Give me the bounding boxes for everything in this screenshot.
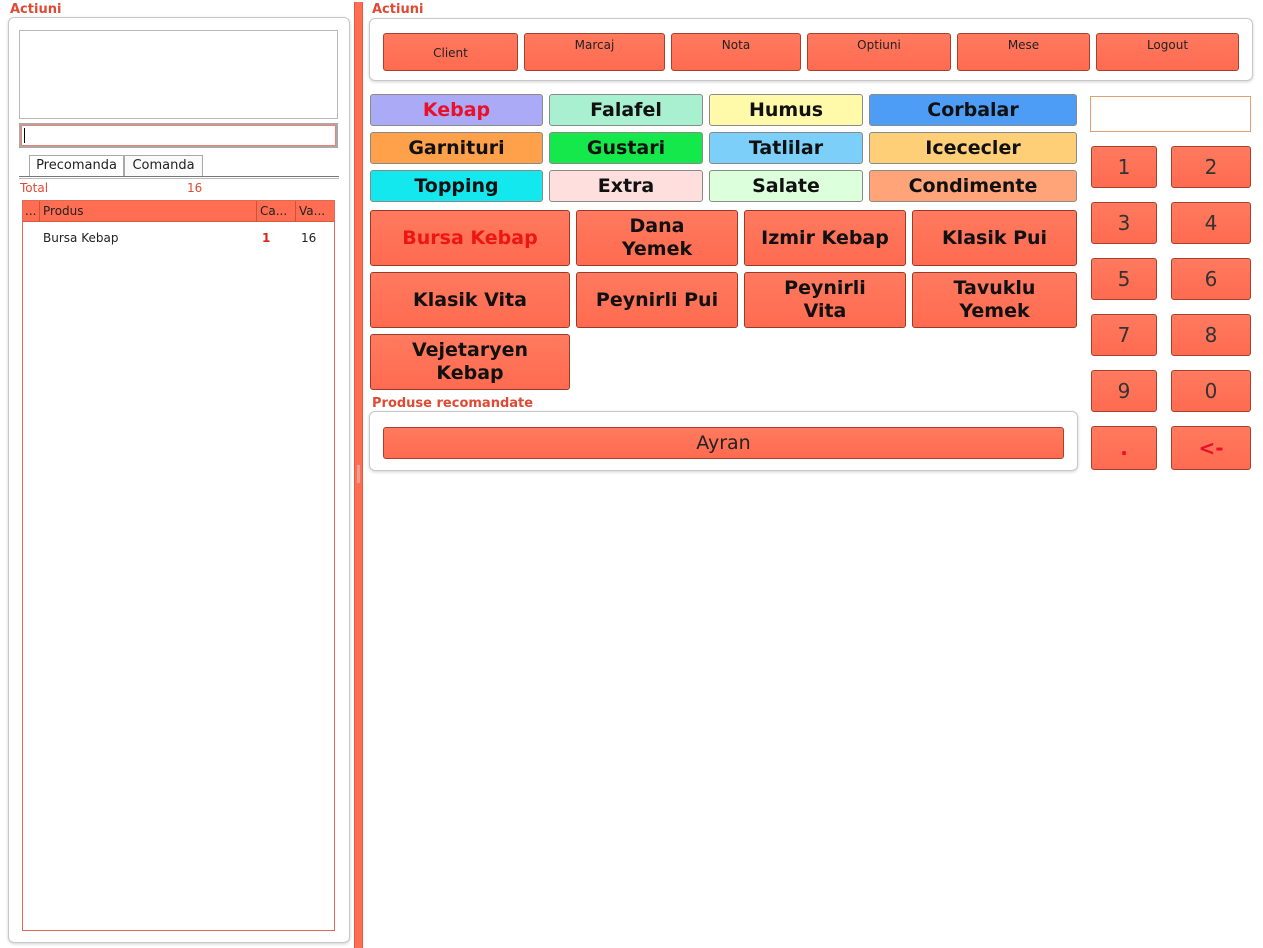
key-5-button[interactable]: 5 (1091, 258, 1157, 300)
text-cursor (24, 128, 25, 143)
total-value: 16 (187, 181, 203, 195)
key-0-button[interactable]: 0 (1171, 370, 1251, 412)
key-8-button[interactable]: 8 (1171, 314, 1251, 356)
key-2-button[interactable]: 2 (1171, 146, 1251, 188)
optiuni-button[interactable]: Optiuni (807, 33, 951, 71)
product-label: Klasik Vita (413, 288, 527, 311)
row-produs: Bursa Kebap (43, 231, 119, 245)
row-cantitate: 1 (262, 231, 271, 245)
product-label-line2: Yemek (959, 300, 1030, 322)
category-garnituri-button[interactable]: Garnituri (370, 132, 543, 164)
client-button[interactable]: Client (383, 33, 518, 71)
tab-precomanda[interactable]: Precomanda (29, 155, 124, 177)
category-topping-button[interactable]: Topping (370, 170, 543, 202)
product-label-line2: Yemek (621, 238, 693, 260)
product-dana-yemek-button[interactable]: Dana Yemek (576, 210, 738, 266)
tab-divider-shadow (19, 178, 339, 179)
col-header-nr[interactable]: ... (23, 201, 40, 222)
product-klasik-vita-button[interactable]: Klasik Vita (370, 272, 570, 328)
product-label: Peynirli (784, 277, 866, 299)
category-corbalar-button[interactable]: Corbalar (869, 94, 1077, 126)
key-9-button[interactable]: 9 (1091, 370, 1157, 412)
product-peynirli-pui-button[interactable]: Peynirli Pui (576, 272, 738, 328)
actions-section-title: Actiuni (372, 2, 424, 17)
product-label: Vejetaryen (411, 339, 529, 361)
order-table[interactable]: ... Produs Ca... Va... Bursa Kebap 1 16 (22, 200, 335, 931)
product-label: Tavuklu (953, 277, 1036, 299)
key-6-button[interactable]: 6 (1171, 258, 1251, 300)
col-header-cantitate[interactable]: Ca... (257, 201, 296, 222)
key-7-button[interactable]: 7 (1091, 314, 1157, 356)
recommended-item-ayran[interactable]: Ayran (383, 427, 1064, 459)
category-kebap-button[interactable]: Kebap (370, 94, 543, 126)
category-falafel-button[interactable]: Falafel (549, 94, 703, 126)
col-header-valoare[interactable]: Va... (296, 201, 334, 222)
product-tavuklu-yemek-button[interactable]: Tavuklu Yemek (912, 272, 1077, 328)
product-klasik-pui-button[interactable]: Klasik Pui (912, 210, 1077, 266)
category-humus-button[interactable]: Humus (709, 94, 863, 126)
notes-area[interactable] (19, 30, 338, 119)
category-extra-button[interactable]: Extra (549, 170, 703, 202)
col-header-produs[interactable]: Produs (40, 201, 257, 222)
key-3-button[interactable]: 3 (1091, 202, 1157, 244)
product-label: Peynirli Pui (595, 288, 719, 311)
left-section-title: Actiuni (10, 2, 62, 17)
tab-comanda[interactable]: Comanda (124, 155, 203, 176)
logout-button[interactable]: Logout (1096, 33, 1239, 71)
product-label-line2: Vita (803, 300, 847, 322)
category-icececler-button[interactable]: Icececler (869, 132, 1077, 164)
key-dot-button[interactable]: . (1091, 426, 1157, 470)
category-tatlilar-button[interactable]: Tatlilar (709, 132, 863, 164)
product-bursa-kebap-button[interactable]: Bursa Kebap (370, 210, 570, 266)
product-vejetaryen-kebap-button[interactable]: Vejetaryen Kebap (370, 334, 570, 390)
search-input[interactable] (19, 123, 338, 148)
mese-button[interactable]: Mese (957, 33, 1090, 71)
splitter-grip-icon (357, 465, 360, 483)
product-label-line2: Kebap (436, 362, 504, 384)
table-header: ... Produs Ca... Va... (23, 201, 334, 222)
product-label: Bursa Kebap (402, 226, 538, 249)
product-label: Dana (629, 215, 685, 237)
row-valoare: 16 (301, 231, 317, 245)
category-condimente-button[interactable]: Condimente (869, 170, 1077, 202)
category-salate-button[interactable]: Salate (709, 170, 863, 202)
product-izmir-kebap-button[interactable]: Izmir Kebap (744, 210, 906, 266)
category-gustari-button[interactable]: Gustari (549, 132, 703, 164)
total-label: Total (20, 181, 49, 195)
product-label: Klasik Pui (941, 226, 1048, 249)
recommended-section-title: Produse recomandate (372, 396, 534, 411)
key-1-button[interactable]: 1 (1091, 146, 1157, 188)
key-backspace-button[interactable]: <- (1171, 426, 1251, 470)
product-label: Izmir Kebap (761, 226, 889, 249)
key-4-button[interactable]: 4 (1171, 202, 1251, 244)
keypad-display[interactable] (1090, 96, 1251, 132)
nota-button[interactable]: Nota (671, 33, 801, 71)
product-peynirli-vita-button[interactable]: Peynirli Vita (744, 272, 906, 328)
marcaj-button[interactable]: Marcaj (524, 33, 665, 71)
tab-divider (19, 176, 339, 177)
